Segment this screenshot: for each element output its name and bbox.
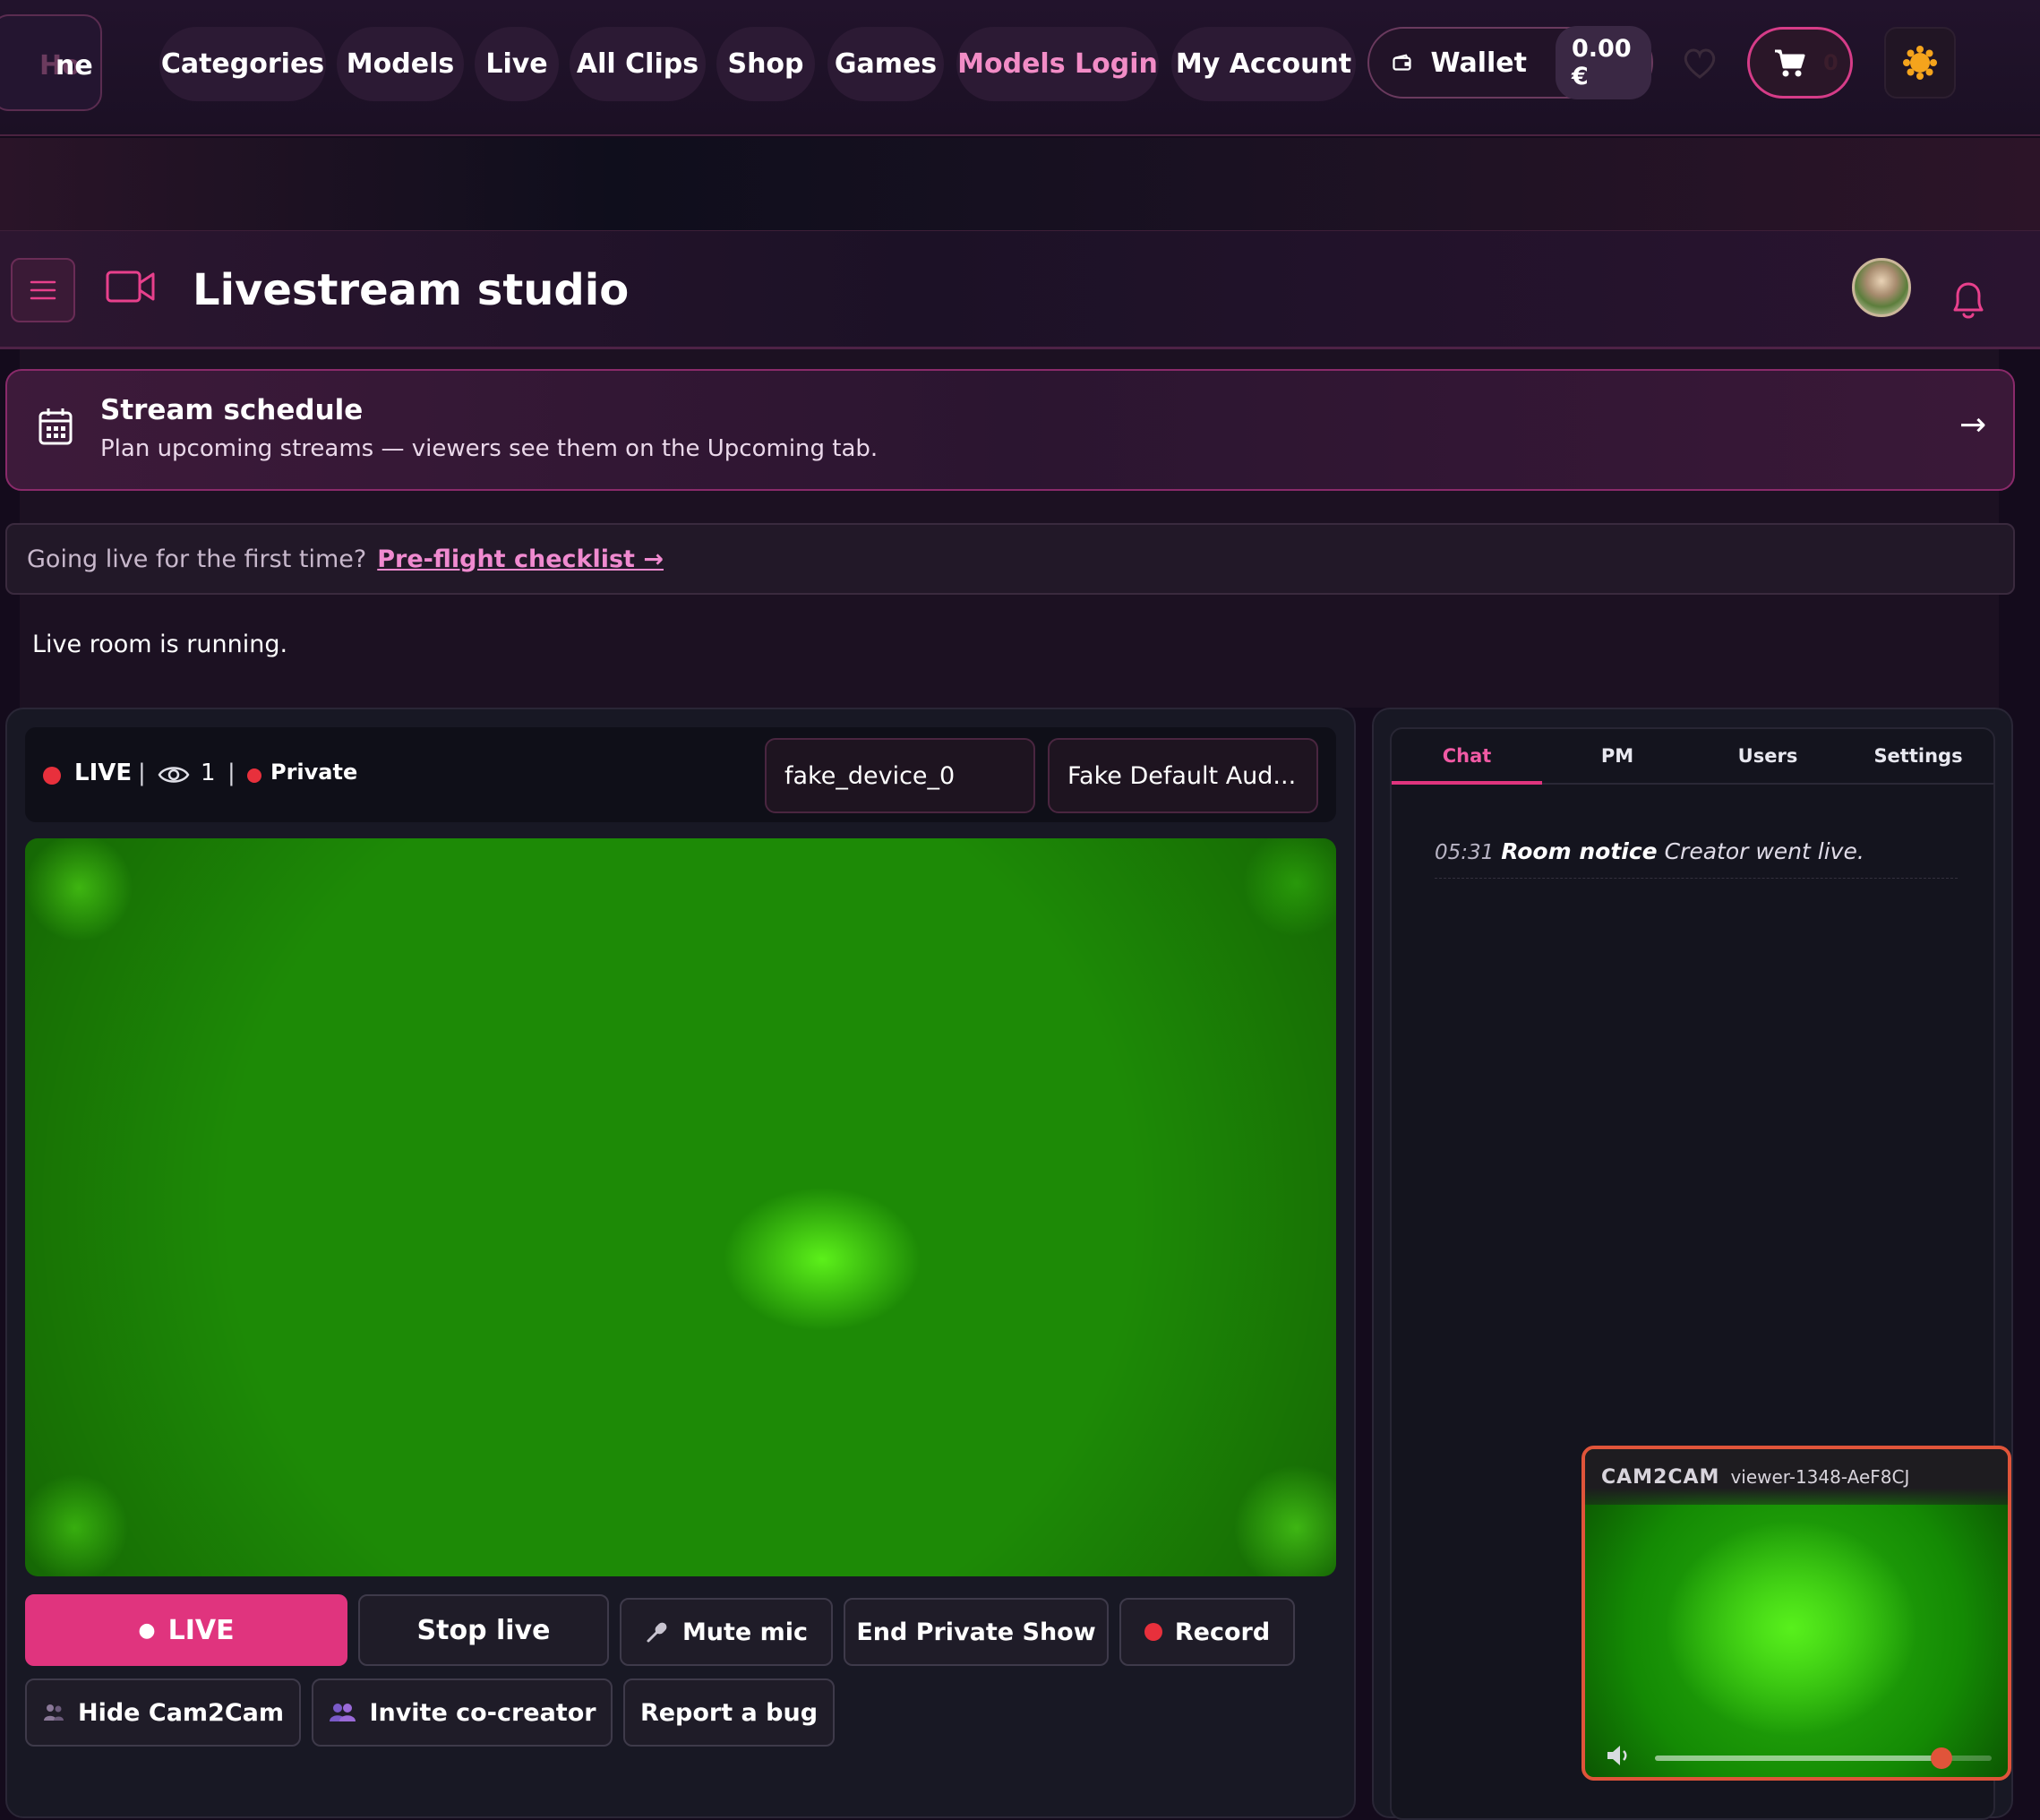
- tab-users[interactable]: Users: [1693, 745, 1843, 767]
- decorative-band: [0, 138, 2040, 231]
- nav-live[interactable]: Live: [475, 27, 559, 101]
- video-camera-icon: [106, 270, 155, 303]
- private-label: Private: [270, 760, 358, 785]
- preflight-banner: Going live for the first time? Pre-fligh…: [5, 523, 2015, 595]
- notification-bell-icon[interactable]: [1948, 278, 1989, 322]
- message-divider: [1435, 878, 1958, 879]
- stop-live-button[interactable]: Stop live: [358, 1594, 609, 1666]
- cam2cam-header: CAM2CAM viewer-1348-AeF8CJ: [1585, 1449, 2008, 1505]
- schedule-subtitle: Plan upcoming streams — viewers see them…: [100, 435, 879, 462]
- calendar-icon: [39, 408, 73, 445]
- studio-header: Livestream studio: [0, 231, 2040, 349]
- chat-tabs: Chat PM Users Settings: [1392, 729, 1993, 785]
- top-navigation: Ho ne Categories Models Live All Clips S…: [0, 0, 2040, 136]
- record-label: Record: [1174, 1618, 1271, 1646]
- message-time: 05:31: [1435, 841, 1495, 864]
- tab-pm[interactable]: PM: [1542, 745, 1693, 767]
- nav-categories[interactable]: Categories: [159, 27, 326, 101]
- volume-slider-thumb[interactable]: [1930, 1747, 1952, 1769]
- hide-cam2cam-label: Hide Cam2Cam: [77, 1698, 284, 1727]
- go-live-button[interactable]: ● LIVE: [25, 1594, 347, 1666]
- user-avatar[interactable]: [1852, 258, 1911, 317]
- schedule-title: Stream schedule: [100, 394, 364, 426]
- hamburger-icon: [30, 280, 56, 300]
- preflight-checklist-link[interactable]: Pre-flight checklist →: [377, 545, 664, 573]
- mute-mic-button[interactable]: Mute mic: [620, 1598, 833, 1666]
- eye-icon: [158, 767, 190, 783]
- favorites-heart-icon[interactable]: [1680, 43, 1719, 82]
- cam2cam-label: CAM2CAM: [1601, 1465, 1720, 1489]
- live-room-status: Live room is running.: [32, 631, 288, 658]
- cart-count: 0: [1823, 50, 1839, 75]
- theme-toggle-button[interactable]: [1884, 27, 1956, 99]
- invite-co-creator-label: Invite co-creator: [369, 1698, 596, 1727]
- private-indicator-dot: [247, 768, 261, 783]
- nav-home[interactable]: Ho ne: [0, 14, 102, 111]
- wallet-label: Wallet: [1430, 47, 1527, 79]
- nav-games[interactable]: Games: [827, 27, 944, 101]
- microphone-icon: [647, 1622, 667, 1643]
- nav-models-login[interactable]: Models Login: [956, 27, 1159, 101]
- end-private-show-button[interactable]: End Private Show: [844, 1598, 1109, 1666]
- nav-models[interactable]: Models: [337, 27, 464, 101]
- volume-slider[interactable]: [1655, 1747, 1992, 1769]
- wallet-amount: 0.00 €: [1556, 26, 1651, 99]
- volume-icon[interactable]: [1605, 1741, 1633, 1770]
- arrow-right-icon: →: [1959, 407, 1987, 443]
- active-tab-indicator: [1392, 781, 1542, 785]
- preflight-prompt: Going live for the first time?: [27, 545, 367, 573]
- cam2cam-window[interactable]: CAM2CAM viewer-1348-AeF8CJ: [1581, 1446, 2011, 1781]
- report-bug-button[interactable]: Report a bug: [623, 1678, 835, 1747]
- record-button[interactable]: Record: [1119, 1598, 1295, 1666]
- cam2cam-viewer: viewer-1348-AeF8CJ: [1730, 1466, 1910, 1488]
- volume-fill: [1655, 1756, 1941, 1761]
- hide-cam2cam-button[interactable]: Hide Cam2Cam: [25, 1678, 301, 1747]
- cart-button[interactable]: 0: [1747, 27, 1853, 99]
- wallet-icon: [1393, 54, 1411, 71]
- nav-home-label: ne: [56, 50, 93, 82]
- stream-schedule-card[interactable]: Stream schedule Plan upcoming streams — …: [5, 369, 2015, 491]
- viewer-count: 1: [201, 760, 216, 786]
- stat-separator: |: [227, 760, 236, 786]
- cart-icon: [1775, 49, 1805, 77]
- message-text: Creator went live.: [1664, 838, 1864, 864]
- mute-mic-label: Mute mic: [681, 1618, 809, 1646]
- nav-my-account[interactable]: My Account: [1171, 27, 1356, 101]
- chat-message: 05:31 Room notice Creator went live.: [1435, 838, 1864, 864]
- audio-device-select[interactable]: Fake Default Aud...: [1048, 738, 1318, 813]
- record-dot-icon: [1144, 1623, 1162, 1641]
- stat-separator: |: [138, 760, 146, 786]
- people-icon: [330, 1704, 356, 1721]
- live-indicator-dot: [43, 767, 61, 785]
- live-status-label: LIVE: [74, 760, 133, 786]
- message-author: Room notice: [1501, 838, 1658, 864]
- nav-shop[interactable]: Shop: [716, 27, 815, 101]
- live-video-preview: [25, 838, 1336, 1576]
- users-icon: [43, 1704, 64, 1721]
- tab-settings[interactable]: Settings: [1843, 745, 1993, 767]
- tab-chat[interactable]: Chat: [1392, 745, 1542, 767]
- wallet-button[interactable]: Wallet 0.00 €: [1367, 26, 1653, 99]
- page-title: Livestream studio: [193, 265, 630, 315]
- live-bullet: ●: [138, 1618, 156, 1642]
- nav-all-clips[interactable]: All Clips: [570, 27, 706, 101]
- invite-co-creator-button[interactable]: Invite co-creator: [312, 1678, 613, 1747]
- menu-button[interactable]: [11, 258, 75, 322]
- video-device-select[interactable]: fake_device_0: [765, 738, 1035, 813]
- sun-icon: [1903, 46, 1937, 80]
- go-live-label: LIVE: [167, 1614, 235, 1646]
